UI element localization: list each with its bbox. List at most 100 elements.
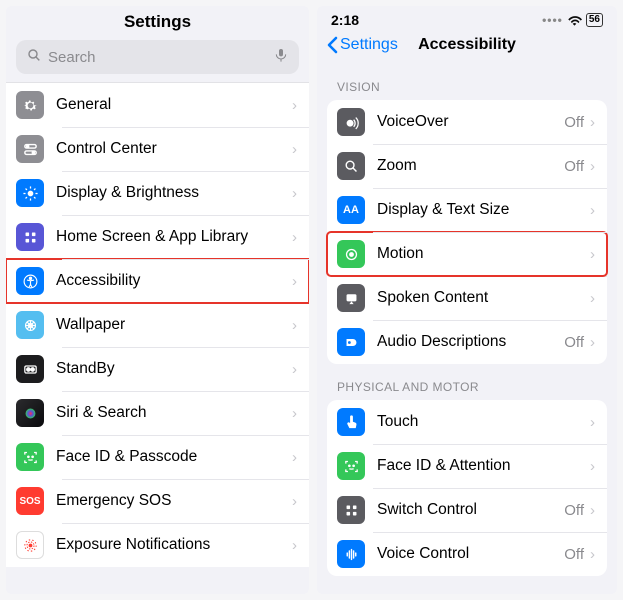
row-motion[interactable]: Motion › xyxy=(327,232,607,276)
chevron-right-icon: › xyxy=(590,158,595,175)
row-standby[interactable]: StandBy › xyxy=(6,347,309,391)
chevron-right-icon: › xyxy=(590,334,595,351)
chevron-right-icon: › xyxy=(590,546,595,563)
settings-title: Settings xyxy=(6,12,309,32)
gear-icon xyxy=(16,91,44,119)
row-general[interactable]: General › xyxy=(6,83,309,127)
row-value: Off xyxy=(564,158,584,175)
row-faceid[interactable]: Face ID & Passcode › xyxy=(6,435,309,479)
settings-list: General › Control Center › Display & Bri… xyxy=(6,82,309,567)
row-faceid-attention[interactable]: Face ID & Attention › xyxy=(327,444,607,488)
back-button[interactable]: Settings xyxy=(327,36,398,54)
row-label: Switch Control xyxy=(377,501,564,519)
row-label: Audio Descriptions xyxy=(377,333,564,351)
vision-list: VoiceOver Off › Zoom Off › AA Display & … xyxy=(327,100,607,364)
chevron-right-icon: › xyxy=(292,493,297,510)
chevron-right-icon: › xyxy=(590,290,595,307)
chevron-right-icon: › xyxy=(590,246,595,263)
faceid-icon xyxy=(16,443,44,471)
chevron-right-icon: › xyxy=(292,361,297,378)
row-label: Display & Brightness xyxy=(56,184,292,202)
apps-grid-icon xyxy=(16,223,44,251)
chevron-right-icon: › xyxy=(292,449,297,466)
chevron-right-icon: › xyxy=(590,202,595,219)
row-siri[interactable]: Siri & Search › xyxy=(6,391,309,435)
row-label: Motion xyxy=(377,245,590,263)
mic-icon[interactable] xyxy=(273,47,289,67)
status-bar: 2:18 •••• 56 xyxy=(317,6,617,30)
voiceover-icon xyxy=(337,108,365,136)
row-accessibility[interactable]: Accessibility › xyxy=(6,259,309,303)
row-label: Control Center xyxy=(56,140,292,158)
row-touch[interactable]: Touch › xyxy=(327,400,607,444)
row-label: Face ID & Passcode xyxy=(56,448,292,466)
row-label: Emergency SOS xyxy=(56,492,292,510)
row-label: Zoom xyxy=(377,157,564,175)
row-label: Touch xyxy=(377,413,590,431)
chevron-right-icon: › xyxy=(590,502,595,519)
search-icon xyxy=(26,47,42,67)
brightness-icon xyxy=(16,179,44,207)
row-label: Display & Text Size xyxy=(377,201,590,219)
chevron-right-icon: › xyxy=(292,185,297,202)
row-emergency-sos[interactable]: SOS Emergency SOS › xyxy=(6,479,309,523)
row-value: Off xyxy=(564,334,584,351)
row-switch-control[interactable]: Switch Control Off › xyxy=(327,488,607,532)
row-zoom[interactable]: Zoom Off › xyxy=(327,144,607,188)
row-label: VoiceOver xyxy=(377,113,564,131)
textsize-icon: AA xyxy=(337,196,365,224)
chevron-right-icon: › xyxy=(292,141,297,158)
cellular-icon: •••• xyxy=(542,13,563,27)
row-audio-descriptions[interactable]: Audio Descriptions Off › xyxy=(327,320,607,364)
accessibility-screen: 2:18 •••• 56 Settings Accessibility VISI… xyxy=(317,6,617,594)
touch-icon xyxy=(337,408,365,436)
section-motor: PHYSICAL AND MOTOR xyxy=(317,364,617,400)
exposure-icon xyxy=(16,531,44,559)
row-display-text-size[interactable]: AA Display & Text Size › xyxy=(327,188,607,232)
siri-icon xyxy=(16,399,44,427)
chevron-right-icon: › xyxy=(590,114,595,131)
sos-icon: SOS xyxy=(16,487,44,515)
row-display-brightness[interactable]: Display & Brightness › xyxy=(6,171,309,215)
audio-descriptions-icon xyxy=(337,328,365,356)
voice-control-icon xyxy=(337,540,365,568)
row-label: Siri & Search xyxy=(56,404,292,422)
chevron-right-icon: › xyxy=(292,537,297,554)
switch-control-icon xyxy=(337,496,365,524)
wallpaper-icon xyxy=(16,311,44,339)
motor-list: Touch › Face ID & Attention › Switch Con… xyxy=(327,400,607,576)
row-label: Exposure Notifications xyxy=(56,536,292,554)
row-label: Accessibility xyxy=(56,272,292,290)
accessibility-icon xyxy=(16,267,44,295)
row-value: Off xyxy=(564,546,584,563)
row-value: Off xyxy=(564,114,584,131)
row-exposure[interactable]: Exposure Notifications › xyxy=(6,523,309,567)
search-field[interactable]: Search xyxy=(16,40,299,74)
standby-icon xyxy=(16,355,44,383)
spoken-content-icon xyxy=(337,284,365,312)
row-label: Home Screen & App Library xyxy=(56,228,292,246)
row-label: General xyxy=(56,96,292,114)
faceid-attention-icon xyxy=(337,452,365,480)
nav-bar: Settings Accessibility xyxy=(317,30,617,64)
row-voice-control[interactable]: Voice Control Off › xyxy=(327,532,607,576)
row-wallpaper[interactable]: Wallpaper › xyxy=(6,303,309,347)
wifi-icon xyxy=(567,14,582,26)
chevron-right-icon: › xyxy=(292,273,297,290)
row-label: Face ID & Attention xyxy=(377,457,590,475)
chevron-right-icon: › xyxy=(292,405,297,422)
toggles-icon xyxy=(16,135,44,163)
motion-icon xyxy=(337,240,365,268)
zoom-icon xyxy=(337,152,365,180)
row-label: Wallpaper xyxy=(56,316,292,334)
settings-screen: Settings Search General › Control Center… xyxy=(6,6,309,594)
row-control-center[interactable]: Control Center › xyxy=(6,127,309,171)
row-label: Spoken Content xyxy=(377,289,590,307)
row-home-screen[interactable]: Home Screen & App Library › xyxy=(6,215,309,259)
search-placeholder: Search xyxy=(48,49,267,66)
battery-icon: 56 xyxy=(586,13,603,27)
chevron-right-icon: › xyxy=(292,317,297,334)
back-label: Settings xyxy=(340,36,398,54)
row-spoken-content[interactable]: Spoken Content › xyxy=(327,276,607,320)
row-voiceover[interactable]: VoiceOver Off › xyxy=(327,100,607,144)
